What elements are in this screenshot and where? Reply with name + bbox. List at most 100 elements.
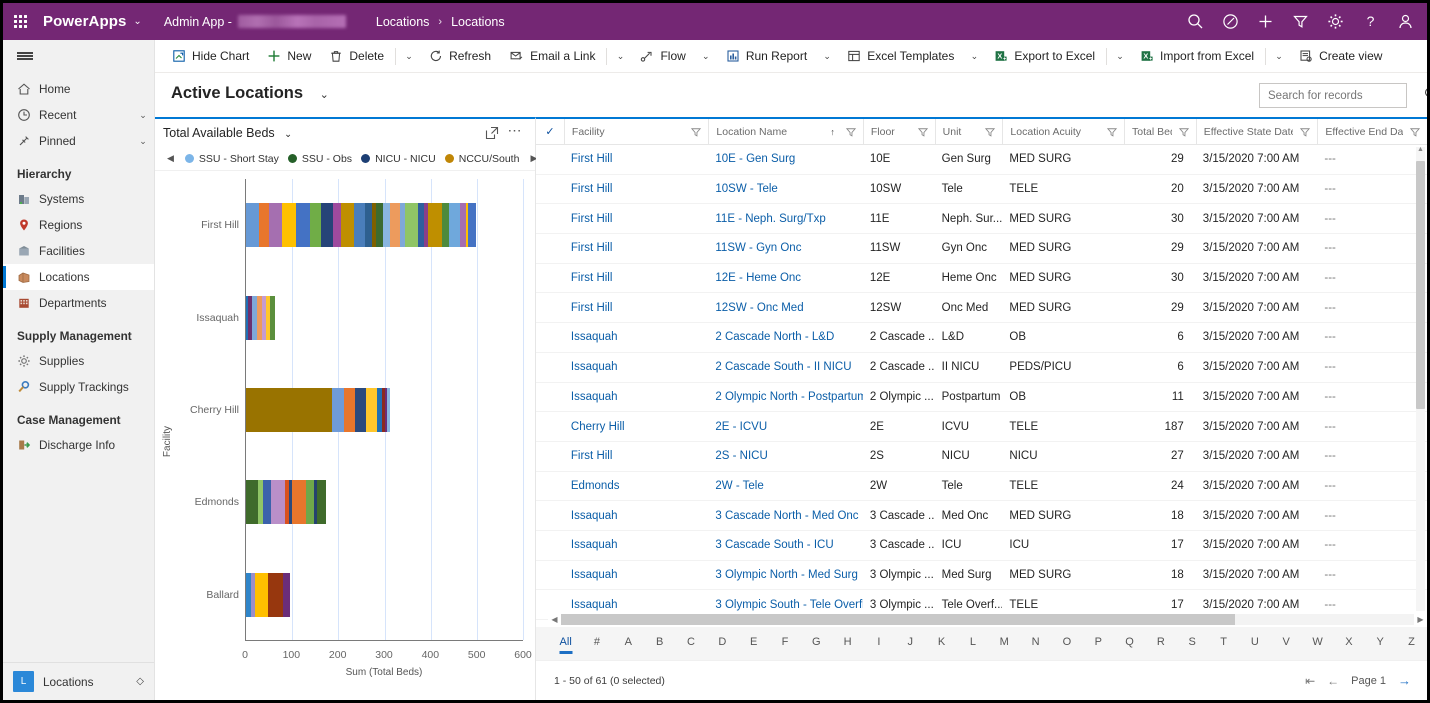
- cell-facility[interactable]: Issaquah: [564, 361, 709, 373]
- chart-bar-segment[interactable]: [268, 203, 283, 248]
- more-options-icon[interactable]: ⋯: [504, 122, 528, 145]
- chart-bar-segment[interactable]: [354, 388, 367, 432]
- sidebar-item-home[interactable]: Home: [3, 76, 154, 102]
- alpha-index-p[interactable]: P: [1083, 636, 1114, 651]
- alpha-index-w[interactable]: W: [1302, 636, 1333, 651]
- refresh-button[interactable]: Refresh: [420, 40, 500, 72]
- view-selector[interactable]: Active Locations ⌄: [171, 84, 329, 103]
- chart-bar[interactable]: [246, 388, 391, 432]
- column-filter-icon[interactable]: [1403, 125, 1427, 139]
- delete-button[interactable]: Delete: [320, 40, 393, 72]
- table-row[interactable]: First Hill 10SW - Tele 10SW Tele TELE 20 3/15/…: [536, 175, 1427, 205]
- column-header-effective-end-date[interactable]: Effective End Date: [1317, 118, 1427, 145]
- alpha-index-n[interactable]: N: [1020, 636, 1051, 651]
- import-from-excel-chevron-down-icon[interactable]: ⌄: [1268, 40, 1290, 72]
- scroll-thumb[interactable]: [1416, 161, 1425, 409]
- cell-facility[interactable]: First Hill: [564, 272, 709, 284]
- chart-bar-segment[interactable]: [343, 388, 355, 432]
- table-row[interactable]: Issaquah 2 Cascade South - II NICU 2 Casca…: [536, 353, 1427, 383]
- cell-location-name[interactable]: 2 Cascade North - L&D: [708, 331, 862, 343]
- cell-facility[interactable]: First Hill: [564, 450, 709, 462]
- table-row[interactable]: Issaquah 3 Cascade South - ICU 3 Cascade .…: [536, 531, 1427, 561]
- chart-bar[interactable]: [246, 295, 276, 340]
- help-icon[interactable]: ?: [1353, 3, 1388, 40]
- delete-chevron-down-icon[interactable]: ⌄: [398, 40, 420, 72]
- chart-bar-segment[interactable]: [317, 480, 327, 525]
- alpha-index-y[interactable]: Y: [1365, 636, 1396, 651]
- chart-bar-segment[interactable]: [375, 203, 383, 248]
- column-header-floor[interactable]: Floor: [862, 118, 935, 145]
- column-header-unit[interactable]: Unit: [934, 118, 1003, 145]
- cell-location-name[interactable]: 12E - Heme Onc: [708, 272, 862, 284]
- alpha-index-e[interactable]: E: [738, 636, 769, 651]
- column-filter-icon[interactable]: [978, 125, 1002, 139]
- search-icon[interactable]: [1178, 3, 1213, 40]
- alpha-index-i[interactable]: I: [863, 636, 894, 651]
- sidebar-item-departments[interactable]: Departments: [3, 290, 154, 316]
- breadcrumb-item-1[interactable]: Locations: [451, 15, 505, 29]
- gear-icon[interactable]: [1318, 3, 1353, 40]
- chart-bar-segment[interactable]: [291, 480, 306, 525]
- chart-bar-segment[interactable]: [254, 572, 269, 617]
- chevron-down-icon[interactable]: ⌄: [132, 136, 154, 147]
- column-filter-icon[interactable]: [1100, 125, 1124, 139]
- chart-bar-segment[interactable]: [268, 572, 283, 617]
- chart-bar-segment[interactable]: [320, 203, 334, 248]
- cell-location-name[interactable]: 10E - Gen Surg: [708, 153, 862, 165]
- table-row[interactable]: Issaquah 2 Olympic North - Postpartum 2 Ol…: [536, 383, 1427, 413]
- cell-location-name[interactable]: 2 Cascade South - II NICU: [708, 361, 862, 373]
- email-a-link-chevron-down-icon[interactable]: ⌄: [609, 40, 631, 72]
- chart-bar-segment[interactable]: [387, 388, 391, 432]
- alpha-index-z[interactable]: Z: [1396, 636, 1427, 651]
- excel-templates-button[interactable]: Excel Templates: [838, 40, 963, 72]
- alpha-index-x[interactable]: X: [1333, 636, 1364, 651]
- previous-page-button[interactable]: ←: [1327, 674, 1339, 688]
- table-row[interactable]: First Hill 10E - Gen Surg 10E Gen Surg MED S…: [536, 145, 1427, 175]
- create-view-button[interactable]: Create view: [1290, 40, 1391, 72]
- search-icon[interactable]: [1424, 87, 1427, 105]
- sidebar-item-regions[interactable]: Regions: [3, 212, 154, 238]
- chart-bar-segment[interactable]: [428, 203, 443, 248]
- chart-bar-segment[interactable]: [270, 295, 276, 340]
- cell-location-name[interactable]: 2W - Tele: [708, 480, 862, 492]
- plus-icon[interactable]: [1248, 3, 1283, 40]
- scroll-left-arrow-icon[interactable]: ◀: [548, 615, 561, 624]
- email-a-link-button[interactable]: Email a Link: [500, 40, 604, 72]
- chevron-down-icon[interactable]: ⌄: [132, 110, 154, 121]
- sidebar-item-systems[interactable]: Systems: [3, 186, 154, 212]
- chart-bar-segment[interactable]: [259, 203, 269, 248]
- cell-facility[interactable]: First Hill: [564, 213, 709, 225]
- alpha-index-v[interactable]: V: [1271, 636, 1302, 651]
- account-icon[interactable]: [1388, 3, 1423, 40]
- run-report-chevron-down-icon[interactable]: ⌄: [816, 40, 838, 72]
- alpha-index-t[interactable]: T: [1208, 636, 1239, 651]
- column-header-location-name[interactable]: Location Name ↑: [708, 118, 862, 145]
- cell-facility[interactable]: First Hill: [564, 242, 709, 254]
- alpha-index-m[interactable]: M: [989, 636, 1020, 651]
- table-row[interactable]: Cherry Hill 2E - ICVU 2E ICVU TELE 187 3/15/20…: [536, 412, 1427, 442]
- legend-item-0[interactable]: SSU - Short Stay: [184, 153, 279, 165]
- column-header-facility[interactable]: Facility: [563, 118, 709, 145]
- chart-bar-segment[interactable]: [353, 203, 366, 248]
- select-all-checkmark-icon[interactable]: ✓: [536, 125, 564, 138]
- hide-chart-button[interactable]: Hide Chart: [163, 40, 258, 72]
- chart-bar-segment[interactable]: [341, 203, 354, 248]
- chart-bar-segment[interactable]: [382, 203, 391, 248]
- alpha-index-c[interactable]: C: [675, 636, 706, 651]
- cell-facility[interactable]: First Hill: [564, 153, 709, 165]
- chart-bar-segment[interactable]: [390, 203, 400, 248]
- alpha-index-l[interactable]: L: [957, 636, 988, 651]
- chart-bar-segment[interactable]: [246, 388, 333, 432]
- alpha-index-j[interactable]: J: [895, 636, 926, 651]
- pencil-circle-icon[interactable]: [1213, 3, 1248, 40]
- alpha-index-b[interactable]: B: [644, 636, 675, 651]
- chart-bar[interactable]: [246, 480, 327, 525]
- cell-location-name[interactable]: 11E - Neph. Surg/Txp: [708, 213, 862, 225]
- chart-bar-segment[interactable]: [295, 203, 310, 248]
- chart-chevron-down-icon[interactable]: ⌄: [284, 129, 292, 140]
- cell-location-name[interactable]: 3 Olympic South - Tele Overflow: [708, 599, 862, 611]
- chart-bar-segment[interactable]: [468, 203, 477, 248]
- filter-icon[interactable]: [1283, 3, 1318, 40]
- chart-bar-segment[interactable]: [309, 203, 321, 248]
- scroll-up-arrow-icon[interactable]: ▲: [1417, 146, 1424, 153]
